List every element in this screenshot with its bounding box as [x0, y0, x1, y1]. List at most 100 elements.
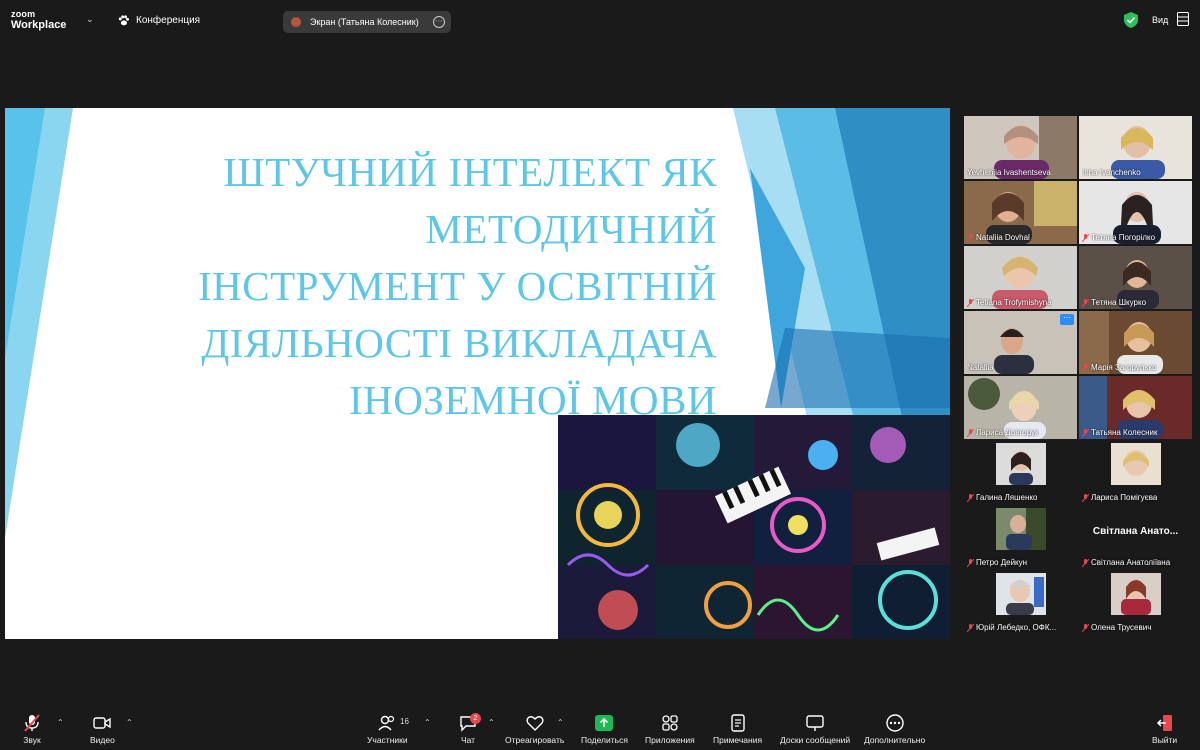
participant-video	[996, 443, 1046, 485]
apps-icon	[662, 715, 678, 731]
participant-video	[996, 508, 1046, 550]
muted-mic-icon	[967, 233, 974, 242]
conference-menu[interactable]: Конференция	[117, 14, 200, 27]
muted-mic-icon	[1082, 428, 1089, 437]
participant-gallery: Yevheniia Ivashentseva Irina Ivanchenko …	[964, 116, 1195, 634]
chat-unread-badge: 2	[470, 713, 481, 724]
participant-tile[interactable]: Галина Ляшенко	[964, 441, 1077, 504]
participant-tile[interactable]: Юрій Лебедко, ОФК...	[964, 571, 1077, 634]
zoom-logo[interactable]: zoom Workplace	[11, 10, 66, 31]
screen-share-indicator[interactable]: Экран (Татьяна Колесник) ⋯	[283, 11, 451, 33]
participant-name-label: Nataliia	[967, 363, 994, 372]
audio-label: Звук	[23, 735, 41, 745]
muted-mic-icon	[967, 623, 974, 632]
whiteboard-icon	[806, 715, 824, 731]
slide-title-line: МЕТОДИЧНИЙ	[425, 206, 717, 252]
participants-label: Участники	[367, 735, 408, 745]
muted-mic-icon	[1082, 558, 1089, 567]
slide-title-line: ДІЯЛЬНОСТІ ВИКЛАДАЧА	[201, 320, 717, 366]
participant-tile[interactable]: Nataliia Dovhal	[964, 181, 1077, 244]
participants-count: 16	[400, 717, 409, 726]
participant-tile[interactable]: Tetiana Trofymishyna	[964, 246, 1077, 309]
participant-name-label: Тетяна Шкурко	[1082, 298, 1146, 307]
participant-name-label: Олена Трусевич	[1082, 623, 1151, 632]
video-camera-icon	[93, 717, 112, 729]
participant-video	[996, 573, 1046, 615]
participant-tile[interactable]: Лариса Довгорук	[964, 376, 1077, 439]
apps-label: Приложения	[645, 735, 695, 745]
logo-line-2: Workplace	[11, 19, 67, 31]
slide-title: ШТУЧНИЙ ІНТЕЛЕКТ ЯК МЕТОДИЧНИЙ ІНСТРУМЕН…	[85, 144, 717, 429]
leave-door-icon	[1156, 715, 1172, 731]
view-button[interactable]: Вид	[1152, 15, 1168, 25]
muted-mic-icon	[967, 298, 974, 307]
participant-tile[interactable]: Тетяна Погорілко	[1079, 181, 1192, 244]
slide-title-line: ШТУЧНИЙ ІНТЕЛЕКТ ЯК	[223, 149, 717, 195]
participant-tile[interactable]: Петро Дейкун	[964, 506, 1077, 569]
react-button[interactable]: Отреагировать	[505, 714, 564, 745]
participant-tile-active-speaker[interactable]: Татьяна Колесник	[1079, 376, 1192, 439]
muted-mic-icon	[967, 558, 974, 567]
participant-name-label: Петро Дейкун	[967, 558, 1027, 567]
screen-share-label: Экран (Татьяна Колесник)	[310, 17, 419, 27]
video-button[interactable]: Видео	[90, 714, 115, 745]
conference-label: Конференция	[136, 15, 201, 26]
chevron-down-icon[interactable]: ⌄	[86, 14, 94, 25]
participant-name-label: Лариса Довгорук	[967, 428, 1039, 437]
leave-button[interactable]: Выйти	[1152, 714, 1177, 745]
participant-video	[1111, 573, 1161, 615]
participant-name-label: Nataliia Dovhal	[967, 233, 1030, 242]
participant-tile[interactable]: ⋯ Nataliia	[964, 311, 1077, 374]
participant-tile[interactable]: Лариса Помігуєва	[1079, 441, 1192, 504]
participant-name-label: Yevheniia Ivashentseva	[967, 168, 1051, 177]
participant-tile[interactable]: Тетяна Шкурко	[1079, 246, 1192, 309]
participant-tile[interactable]: Марія Загорулько	[1079, 311, 1192, 374]
muted-mic-icon	[24, 714, 40, 732]
participant-video	[1111, 443, 1161, 485]
participant-tile[interactable]: Yevheniia Ivashentseva	[964, 116, 1077, 179]
sharer-avatar	[291, 17, 301, 27]
react-options-chevron-icon[interactable]: ⌃	[557, 718, 564, 727]
chat-options-chevron-icon[interactable]: ⌃	[488, 718, 495, 727]
participant-display-name: Світлана Анато...	[1092, 526, 1179, 537]
grid-view-icon[interactable]	[1177, 12, 1189, 26]
participant-tile[interactable]: Олена Трусевич	[1079, 571, 1192, 634]
muted-mic-icon	[1082, 233, 1089, 242]
share-screen-icon	[595, 715, 614, 731]
notes-label: Примечания	[713, 735, 763, 745]
notes-icon	[730, 714, 745, 732]
shared-screen-slide: ШТУЧНИЙ ІНТЕЛЕКТ ЯК МЕТОДИЧНИЙ ІНСТРУМЕН…	[5, 108, 950, 639]
share-screen-button[interactable]: Поделиться	[581, 714, 628, 745]
audio-options-chevron-icon[interactable]: ⌃	[57, 718, 64, 727]
participant-name-label: Галина Ляшенко	[967, 493, 1037, 502]
participants-options-chevron-icon[interactable]: ⌃	[424, 718, 431, 727]
more-button[interactable]: Дополнительно	[864, 714, 925, 745]
paw-icon	[118, 15, 130, 26]
participant-name-label: Лариса Помігуєва	[1082, 493, 1157, 502]
heart-icon	[526, 716, 544, 731]
apps-button[interactable]: Приложения	[645, 714, 695, 745]
muted-mic-icon	[967, 493, 974, 502]
participant-tile[interactable]: Irina Ivanchenko	[1079, 116, 1192, 179]
top-bar: zoom Workplace ⌄ Конференция Экран (Тать…	[0, 0, 1200, 40]
participant-tile[interactable]: Світлана Анато... Світлана Анатоліївна	[1079, 506, 1192, 569]
more-options-icon[interactable]: ⋯	[433, 16, 445, 28]
slide-title-line: ІНСТРУМЕНТ У ОСВІТНІЙ	[197, 263, 717, 309]
participants-icon	[378, 715, 395, 731]
video-options-chevron-icon[interactable]: ⌃	[126, 718, 133, 727]
audio-button[interactable]: Звук	[22, 714, 42, 745]
meeting-toolbar: Звук ⌃ Видео ⌃ Участники 16 ⌃ Чат 2 ⌃ От…	[0, 708, 1200, 750]
muted-mic-icon	[1082, 298, 1089, 307]
participant-name-label: Марія Загорулько	[1082, 363, 1157, 372]
whiteboards-button[interactable]: Доски сообщений	[780, 714, 850, 745]
participant-name-label: Світлана Анатоліївна	[1082, 558, 1170, 567]
whiteboard-label: Доски сообщений	[780, 735, 851, 745]
security-shield-icon[interactable]	[1124, 12, 1138, 28]
video-label: Видео	[90, 735, 115, 745]
chat-label: Чат	[460, 735, 476, 745]
notes-button[interactable]: Примечания	[713, 714, 762, 745]
tile-options-icon[interactable]: ⋯	[1060, 314, 1074, 325]
participant-name-label: Tetiana Trofymishyna	[967, 298, 1052, 307]
muted-mic-icon	[1082, 363, 1089, 372]
participant-name-label: Юрій Лебедко, ОФК...	[967, 623, 1056, 632]
